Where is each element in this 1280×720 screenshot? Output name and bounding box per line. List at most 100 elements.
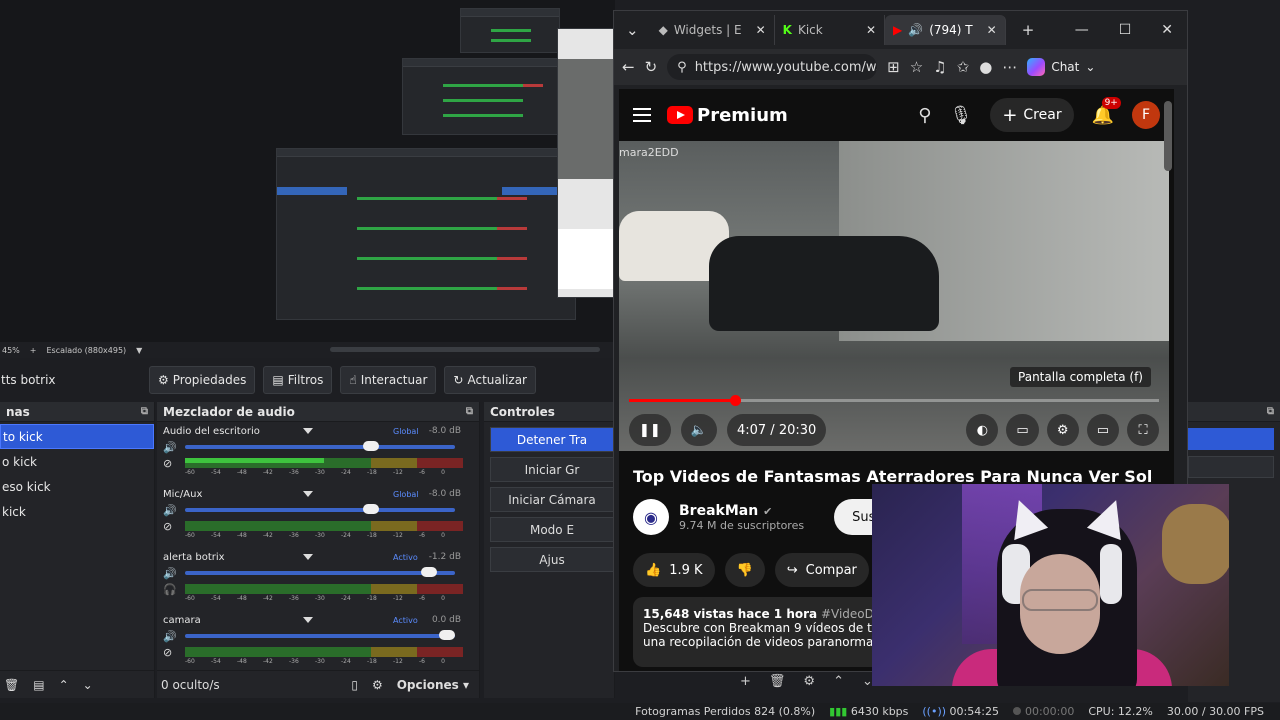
close-icon[interactable]: ✕ [866, 23, 876, 37]
gear-icon[interactable]: ⚙ [372, 678, 383, 692]
filters-button[interactable]: ▤ Filtros [263, 366, 333, 394]
obs-preview[interactable] [0, 0, 615, 345]
address-field[interactable]: ⚲ https://www.youtube.com/w... [667, 54, 878, 80]
settings-button[interactable]: ⚙ [1046, 414, 1079, 446]
chevron-down-icon[interactable] [303, 554, 313, 560]
youtube-logo[interactable]: Premium [667, 105, 788, 126]
search-icon[interactable]: ⚲ [918, 105, 931, 126]
duration-spinner[interactable] [1188, 456, 1274, 478]
scene-item[interactable]: kick [0, 499, 154, 524]
mic-icon[interactable]: 🎙 [949, 105, 972, 126]
site-info-icon[interactable]: ⚲ [677, 60, 687, 75]
speaker-icon[interactable]: 🔊 [163, 441, 185, 454]
add-icon[interactable]: + [740, 674, 751, 689]
scene-item[interactable]: to kick [0, 424, 154, 449]
undock-icon[interactable]: ⧉ [1267, 406, 1274, 417]
close-window-icon[interactable]: ✕ [1161, 22, 1173, 38]
refresh-button[interactable]: ↻ Actualizar [444, 366, 536, 394]
chevron-down-icon[interactable]: ▼ [136, 346, 142, 355]
move-down-icon[interactable]: ⌄ [83, 678, 93, 692]
channel-name[interactable]: BreakMan [679, 503, 758, 519]
apps-icon[interactable]: ⊞ [887, 58, 900, 76]
close-icon[interactable]: ✕ [987, 23, 997, 37]
gear-icon[interactable]: ⚙ [803, 674, 815, 689]
speaker-icon[interactable]: 🔊 [163, 630, 185, 643]
monitor-icon[interactable]: ⊘ [163, 646, 185, 659]
speaker-icon[interactable]: 🔊 [163, 567, 185, 580]
monitor-icon[interactable]: ⊘ [163, 457, 185, 470]
move-up-icon[interactable]: ⌃ [59, 678, 69, 692]
monitor-icon[interactable]: ⊘ [163, 520, 185, 533]
theater-button[interactable]: ▭ [1086, 414, 1119, 446]
maximize-icon[interactable]: ☐ [1119, 22, 1132, 38]
close-icon[interactable]: ✕ [756, 23, 766, 37]
new-tab-icon[interactable]: + [1006, 21, 1051, 39]
dislike-button[interactable]: 👎 [724, 553, 765, 587]
video-progress-bar[interactable] [629, 395, 1159, 406]
filter-icon[interactable]: ▤ [33, 678, 44, 692]
volume-knob[interactable] [362, 504, 379, 514]
channel-avatar[interactable]: ◉ [633, 499, 669, 535]
more-icon[interactable]: ⋯ [1002, 58, 1017, 76]
volume-knob[interactable] [362, 441, 379, 451]
back-icon[interactable]: ← [622, 58, 635, 76]
scene-item[interactable]: eso kick [0, 474, 154, 499]
start-recording-button[interactable]: Iniciar Gr [490, 457, 614, 482]
move-up-icon[interactable]: ⌃ [833, 674, 844, 689]
volume-slider[interactable] [185, 567, 455, 577]
monitor-icon[interactable]: 🎧 [163, 583, 185, 596]
undock-icon[interactable]: ⧉ [466, 406, 473, 417]
layout-icon[interactable]: ▯ [351, 678, 358, 692]
scale-label[interactable]: Escalado (880x495) [46, 346, 126, 355]
studio-mode-button[interactable]: Modo E [490, 517, 614, 542]
add-icon[interactable]: + [30, 346, 37, 355]
autoplay-toggle[interactable]: ◐ [966, 414, 999, 446]
chevron-down-icon[interactable] [303, 617, 313, 623]
copilot-chat-button[interactable]: Chat ⌄ [1027, 58, 1095, 76]
profile-icon[interactable]: ● [979, 58, 992, 76]
preview-scrollbar[interactable] [330, 347, 600, 352]
tab-widgets[interactable]: ◆ Widgets | E ✕ [651, 15, 775, 45]
undock-icon[interactable]: ⧉ [141, 406, 148, 417]
favorites-icon[interactable]: ✩ [957, 58, 970, 76]
subtitles-button[interactable]: ▭ [1006, 414, 1039, 446]
video-player[interactable]: mara2EDD Pantalla completa (f) ❚❚ 🔈 4:07… [619, 141, 1169, 451]
properties-button[interactable]: ⚙ Propiedades [149, 366, 256, 394]
pause-button[interactable]: ❚❚ [629, 414, 671, 446]
read-aloud-icon[interactable]: ♫ [933, 58, 946, 76]
progress-scrubber[interactable] [730, 395, 741, 406]
tab-youtube[interactable]: ▶ 🔊 (794) T ✕ [885, 15, 1006, 45]
tab-kick[interactable]: K Kick ✕ [775, 15, 886, 45]
settings-button[interactable]: Ajus [490, 547, 614, 572]
speaker-icon[interactable]: 🔊 [908, 23, 923, 37]
interact-button[interactable]: ☝ Interactuar [340, 366, 437, 394]
volume-slider[interactable] [185, 504, 455, 514]
favorite-star-icon[interactable]: ☆ [910, 58, 923, 76]
trash-icon[interactable]: 🗑 [769, 674, 786, 689]
volume-slider[interactable] [185, 441, 455, 451]
menu-icon[interactable] [633, 108, 651, 122]
start-virtual-camera-button[interactable]: Iniciar Cámara [490, 487, 614, 512]
chevron-down-icon[interactable] [303, 428, 313, 434]
scene-item[interactable]: o kick [0, 449, 154, 474]
reload-icon[interactable]: ↻ [645, 58, 658, 76]
create-button[interactable]: + Crear [990, 98, 1074, 132]
chevron-down-icon[interactable] [303, 491, 313, 497]
volume-knob[interactable] [439, 630, 455, 640]
volume-button[interactable]: 🔈 [680, 414, 717, 446]
fullscreen-button[interactable]: ⛶ [1127, 414, 1159, 446]
like-button[interactable]: 👍 1.9 K [633, 553, 715, 587]
avatar[interactable]: F [1132, 101, 1160, 129]
minimize-icon[interactable]: — [1075, 22, 1089, 38]
transition-select[interactable] [1188, 428, 1274, 450]
volume-knob[interactable] [421, 567, 438, 577]
tab-actions-icon[interactable]: ⌄ [614, 21, 651, 39]
volume-slider[interactable] [185, 630, 455, 640]
zoom-label[interactable]: 45% [2, 346, 20, 355]
notifications-button[interactable]: 🔔 9+ [1092, 96, 1121, 126]
page-scrollbar[interactable] [1164, 101, 1172, 171]
share-button[interactable]: ↪ Compar [774, 553, 869, 587]
options-button[interactable]: Opciones ▾ [397, 678, 469, 692]
trash-icon[interactable]: 🗑 [4, 678, 19, 692]
stop-stream-button[interactable]: Detener Tra [490, 427, 614, 452]
